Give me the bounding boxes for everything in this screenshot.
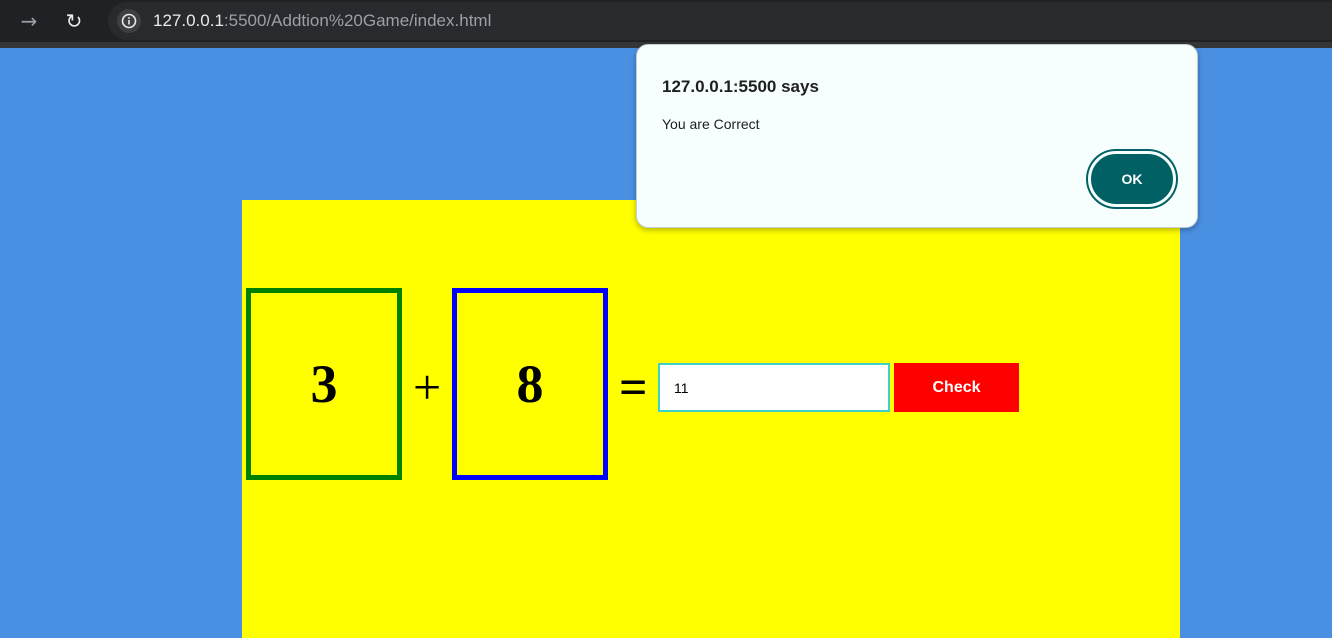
url-host: 127.0.0.1 — [153, 11, 224, 30]
alert-title: 127.0.0.1:5500 says — [662, 77, 819, 96]
ok-button[interactable]: OK — [1088, 151, 1176, 207]
first-number: 3 — [310, 354, 338, 414]
answer-input[interactable] — [658, 363, 890, 412]
forward-icon[interactable]: → — [14, 6, 44, 36]
first-number-box: 3 — [246, 288, 402, 480]
address-bar[interactable]: 127.0.0.1:5500/Addtion%20Game/index.html — [108, 2, 1332, 40]
url-path: :5500/Addtion%20Game/index.html — [223, 11, 492, 30]
alert-message: You are Correct — [662, 116, 760, 132]
info-icon[interactable] — [117, 9, 141, 33]
reload-icon[interactable]: ↻ — [59, 6, 89, 36]
second-number: 8 — [516, 354, 544, 414]
check-button[interactable]: Check — [894, 363, 1019, 412]
plus-sign: + — [413, 359, 442, 415]
second-number-box: 8 — [452, 288, 608, 480]
browser-toolbar: → ↻ 127.0.0.1:5500/Addtion%20Game/index.… — [0, 0, 1332, 48]
url-text: 127.0.0.1:5500/Addtion%20Game/index.html — [153, 11, 491, 31]
game-panel: 3 + 8 = Check — [242, 200, 1180, 638]
equals-sign: = — [619, 359, 648, 415]
alert-dialog: 127.0.0.1:5500 says You are Correct OK — [636, 44, 1198, 228]
